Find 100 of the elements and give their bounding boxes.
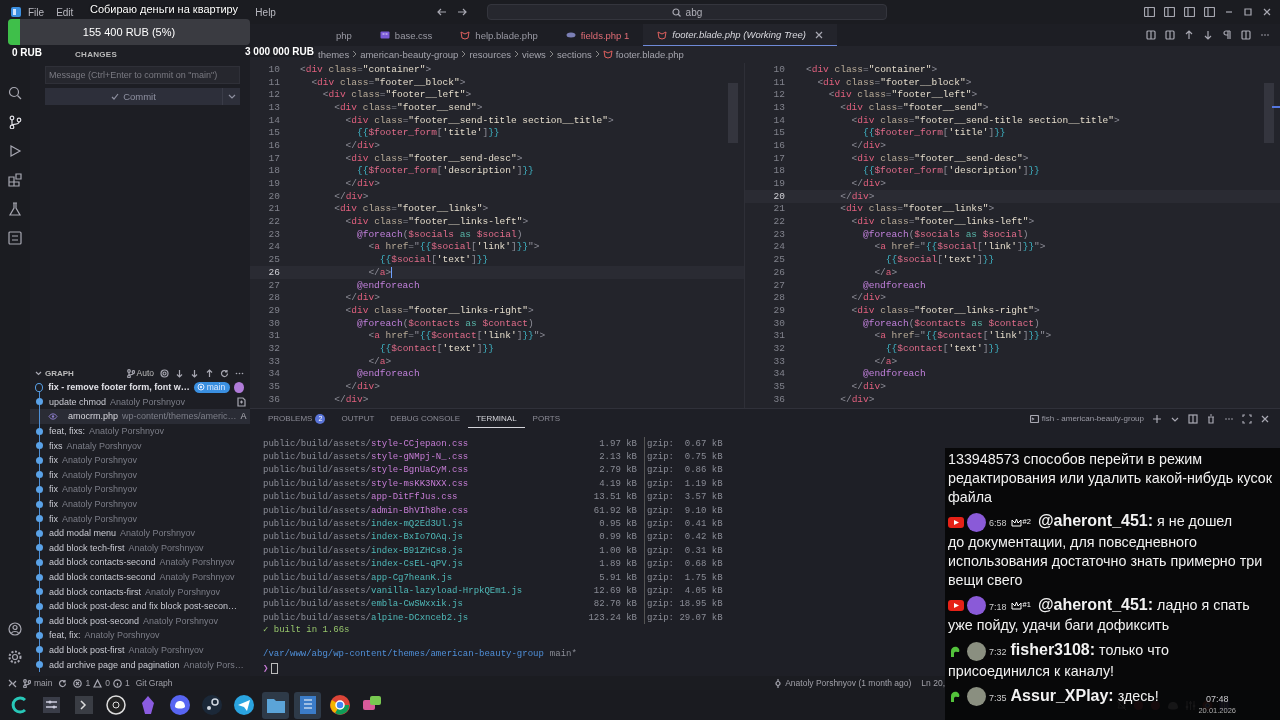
commit-message[interactable]: add block contacts-first xyxy=(49,586,142,597)
terminal-name[interactable]: fish - american-beauty-group xyxy=(1041,414,1144,423)
close-icon[interactable] xyxy=(1260,413,1270,424)
breadcrumb-item[interactable]: american-beauty-group xyxy=(360,48,459,60)
push-icon[interactable] xyxy=(205,368,214,378)
line-number: 33 xyxy=(267,355,281,367)
commit-message[interactable]: add block contacts-second xyxy=(49,557,156,568)
git-branch: main* xyxy=(549,649,577,662)
layout-sidebar-icon[interactable] xyxy=(1144,7,1155,17)
code-line: <div class="footer__block"> xyxy=(816,76,972,88)
paper-plane-icon[interactable] xyxy=(232,694,255,716)
remote-icon[interactable] xyxy=(8,678,17,688)
chevron-down-icon[interactable] xyxy=(35,370,42,376)
commit-author: Anatoly Porshnyov xyxy=(62,469,138,480)
menu-item[interactable]: Help xyxy=(249,6,282,18)
split-editor-icon[interactable] xyxy=(1241,30,1251,40)
layout-panel-icon[interactable] xyxy=(1164,7,1175,17)
back-arrow-icon[interactable] xyxy=(436,7,447,17)
maximize-icon[interactable] xyxy=(1242,413,1252,424)
auto-branch-button[interactable]: Auto xyxy=(126,368,154,378)
blame-status[interactable]: Anatoly Porshnyov (1 month ago) xyxy=(774,678,912,688)
branch-status[interactable]: main xyxy=(23,678,53,688)
cursor-position[interactable]: Ln 20, xyxy=(921,678,945,688)
terminal-line: public/build/assets/app-DitFfJus.css 13.51 kB gzip: 3.57 kB xyxy=(263,490,723,504)
menu-item[interactable]: File xyxy=(22,6,51,18)
run-debug-icon[interactable] xyxy=(8,144,22,158)
commit-message[interactable]: add block tech-first xyxy=(49,542,125,553)
chat-message: уже пойду, удачи баги дофиксить xyxy=(948,616,1170,636)
commit-message[interactable]: fix xyxy=(49,499,58,510)
commit-message[interactable]: fix xyxy=(49,455,58,466)
breadcrumb-item[interactable]: footer.blade.php xyxy=(615,48,684,60)
commit-message[interactable]: fix xyxy=(49,513,58,524)
breadcrumb-item[interactable]: views xyxy=(522,48,546,60)
editor-tab[interactable]: footer.blade.php (Working Tree) xyxy=(643,24,837,46)
arrow-down-icon[interactable] xyxy=(1203,30,1213,40)
breadcrumb-item[interactable]: resources xyxy=(469,48,512,60)
blade-file-icon xyxy=(602,49,613,59)
extensions-icon[interactable] xyxy=(8,173,22,187)
line-number: 33 xyxy=(772,355,786,367)
aperture-icon[interactable] xyxy=(104,694,127,716)
plus-icon[interactable] xyxy=(1152,413,1162,424)
commit-message[interactable]: add block contacts-second xyxy=(49,572,156,582)
line-number: 16 xyxy=(772,139,786,151)
breadcrumb-item[interactable]: sections xyxy=(556,48,592,60)
section-header[interactable]: GRAPH xyxy=(45,368,74,378)
commit-message[interactable]: add archive page and pagination xyxy=(49,659,180,670)
commit-message[interactable]: add block post-second xyxy=(49,615,140,626)
terminal-icon[interactable] xyxy=(72,694,95,716)
problems-status[interactable]: 1 0 1 xyxy=(73,678,130,688)
search-icon[interactable] xyxy=(8,86,22,100)
breadcrumb-item[interactable]: themes xyxy=(318,48,350,60)
commit-button[interactable]: Commit xyxy=(45,88,222,105)
panel-tab[interactable]: OUTPUT xyxy=(333,409,383,428)
fetch-icon[interactable] xyxy=(175,368,184,378)
commit-message[interactable]: fix - remove footer form, font w… xyxy=(48,382,190,393)
close-icon[interactable] xyxy=(814,30,823,39)
split-icon[interactable] xyxy=(1188,413,1198,424)
layout-grid-icon[interactable] xyxy=(1204,7,1215,17)
panel-tab[interactable]: DEBUG CONSOLE xyxy=(382,409,469,428)
commit-message[interactable]: feat, fix: xyxy=(49,630,81,641)
commit-message[interactable]: update chmod xyxy=(49,396,107,407)
layout-split-icon[interactable] xyxy=(1184,7,1195,17)
git-graph-status[interactable]: Git Graph xyxy=(135,678,173,688)
sync-icon[interactable] xyxy=(58,678,68,688)
line-number: 20 xyxy=(772,190,786,202)
pull-icon[interactable] xyxy=(190,368,199,378)
trash-icon[interactable] xyxy=(1206,413,1216,424)
account-icon[interactable] xyxy=(8,622,22,636)
arrow-up-icon[interactable] xyxy=(1184,30,1194,40)
code-line: <div class="footer__links-left"> xyxy=(850,216,1035,228)
forward-arrow-icon[interactable] xyxy=(456,7,467,17)
menu-item[interactable]: Edit xyxy=(50,6,80,18)
line-number: 13 xyxy=(772,101,786,113)
commit-message[interactable]: fixs xyxy=(49,440,63,451)
settings-icon[interactable] xyxy=(8,650,22,664)
target-icon[interactable] xyxy=(160,368,169,378)
panel-tab[interactable]: TERMINAL xyxy=(468,409,525,428)
refresh-icon[interactable] xyxy=(220,368,229,378)
panel-tab[interactable]: PORTS xyxy=(524,409,569,428)
commit-message[interactable]: fix xyxy=(49,469,58,480)
sliders-icon[interactable] xyxy=(40,694,63,716)
flask-icon[interactable] xyxy=(8,202,22,216)
commit-message[interactable]: add block post-first xyxy=(49,645,125,655)
line-number: 17 xyxy=(772,152,786,164)
browser-icon[interactable] xyxy=(328,694,351,716)
pilcrow-icon[interactable] xyxy=(1222,30,1232,40)
commit-message[interactable]: feat, fixs: xyxy=(49,426,85,437)
message-field[interactable]: Message (Ctrl+Enter to commit on "main") xyxy=(45,66,240,84)
source-control-icon[interactable] xyxy=(8,115,22,129)
commit-message[interactable]: add modal menu xyxy=(49,528,117,539)
file-name[interactable]: amocrm.php xyxy=(68,411,119,422)
commit-message[interactable]: fix xyxy=(49,484,58,495)
maximize-icon[interactable] xyxy=(1243,7,1253,17)
search-field[interactable]: abg xyxy=(486,4,887,20)
line-number: 28 xyxy=(772,292,786,304)
scrollbar-thumb[interactable] xyxy=(1264,83,1274,143)
close-icon[interactable] xyxy=(1262,7,1272,17)
file-diff-icon[interactable] xyxy=(237,396,246,407)
remote-explorer-icon[interactable] xyxy=(8,231,22,245)
commit-message[interactable]: add block post-desc and fix block post-secon… xyxy=(49,601,238,612)
